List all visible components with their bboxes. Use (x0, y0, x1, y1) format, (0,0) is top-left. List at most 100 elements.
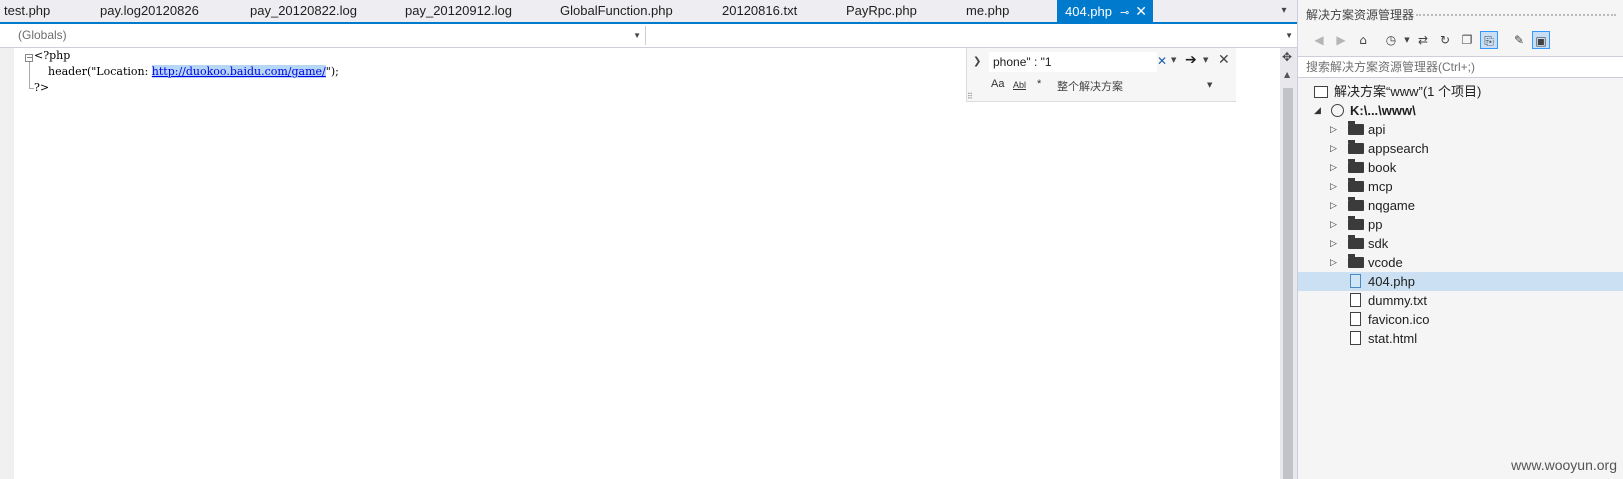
code-line-3: ?> (34, 81, 50, 94)
collapsed-triangle-icon[interactable]: ▷ (1330, 253, 1337, 272)
tab-pay-log20120826[interactable]: pay.log20120826 (100, 0, 199, 22)
folder-icon (1348, 254, 1364, 268)
file-label: favicon.ico (1368, 312, 1430, 327)
folder-label: book (1368, 160, 1397, 175)
tree-folder[interactable]: ▷ vcode (1298, 253, 1623, 272)
website-globe-icon (1331, 104, 1344, 117)
folder-icon (1348, 216, 1364, 230)
find-scope-dropdown[interactable]: 整个解决方案 (1057, 78, 1123, 94)
file-label: dummy.txt (1368, 293, 1427, 308)
selected-url[interactable]: http://duokoo.baidu.com/game/ (151, 65, 326, 78)
folder-label: vcode (1368, 255, 1403, 270)
folder-label: appsearch (1368, 141, 1429, 156)
code-line-2-prefix: header("Location: (34, 65, 152, 78)
scope-dropdown-label: (Globals) (18, 28, 67, 42)
folder-label: mcp (1368, 179, 1393, 194)
collapsed-triangle-icon[interactable]: ▷ (1330, 158, 1337, 177)
expanded-triangle-icon[interactable]: ◢ (1314, 101, 1321, 120)
chevron-down-icon[interactable]: ▼ (1207, 81, 1212, 89)
indicator-margin (0, 48, 14, 479)
collapsed-triangle-icon[interactable]: ▷ (1330, 177, 1337, 196)
tree-folder[interactable]: ▷ sdk (1298, 234, 1623, 253)
close-find-icon[interactable]: ✕ (1218, 52, 1230, 68)
project-label: K:\...\www\ (1350, 103, 1416, 118)
tree-folder[interactable]: ▷ book (1298, 158, 1623, 177)
tree-file-stat-html[interactable]: stat.html (1298, 329, 1623, 348)
tree-solution-node[interactable]: 解决方案“www”(1 个项目) (1298, 82, 1623, 101)
file-label: stat.html (1368, 331, 1418, 346)
tab-overflow-dropdown-icon[interactable]: ▾ (1277, 2, 1291, 20)
tree-folder[interactable]: ▷ api (1298, 120, 1623, 139)
folder-label: pp (1368, 217, 1383, 232)
chevron-down-icon: ▼ (1285, 31, 1293, 40)
tab-payrpc-php[interactable]: PayRpc.php (846, 0, 917, 22)
tab-me-php[interactable]: me.php (966, 0, 1009, 22)
panel-title: 解决方案资源管理器 (1306, 8, 1415, 22)
back-icon[interactable]: ◀ (1310, 31, 1328, 49)
find-history-dropdown-icon[interactable]: ▼ (1171, 56, 1176, 64)
watermark: www.wooyun.org (1511, 457, 1617, 473)
fold-guide (29, 62, 30, 88)
resize-grip-icon[interactable]: ⠿ (967, 92, 973, 101)
scrollbar-thumb[interactable] (1283, 88, 1293, 479)
split-window-icon[interactable]: ✥ (1282, 50, 1292, 64)
collapsed-triangle-icon[interactable]: ▷ (1330, 234, 1337, 253)
title-grip[interactable] (1416, 14, 1616, 16)
tree-folder[interactable]: ▷ pp (1298, 215, 1623, 234)
collapsed-triangle-icon[interactable]: ▷ (1330, 120, 1337, 139)
match-case-toggle[interactable]: Aa (991, 78, 1004, 90)
solution-icon (1314, 86, 1328, 98)
code-editor[interactable]: <?php header("Location: http://duokoo.ba… (14, 48, 1280, 479)
member-dropdown[interactable]: ▼ (646, 26, 1297, 45)
collapse-icon[interactable]: − (25, 54, 33, 62)
scope-dropdown[interactable]: (Globals) ▼ (0, 26, 646, 45)
collapsed-triangle-icon[interactable]: ▷ (1330, 139, 1337, 158)
folder-label: nqgame (1368, 198, 1415, 213)
preview-selected-items-icon[interactable]: ▣ (1532, 31, 1550, 49)
collapsed-triangle-icon[interactable]: ▷ (1330, 196, 1337, 215)
clear-search-icon[interactable]: ✕ (1157, 54, 1167, 68)
find-next-arrow-icon[interactable]: ➔ (1185, 52, 1197, 68)
tab-globalfunction-php[interactable]: GlobalFunction.php (560, 0, 673, 22)
refresh-icon[interactable]: ↻ (1436, 31, 1454, 49)
home-icon[interactable]: ⌂ (1354, 31, 1372, 49)
solution-explorer-panel: 解决方案资源管理器 ◀ ▶ ⌂ ◷ ▼ ⇄ ↻ ❐ ⎘ ✎ ▣ 搜索解决方案资源… (1297, 0, 1623, 479)
tab-pay-20120912-log[interactable]: pay_20120912.log (405, 0, 512, 22)
toggle-replace-chevron-icon[interactable]: ❯ (973, 56, 981, 67)
text-file-icon (1350, 293, 1361, 307)
tree-folder[interactable]: ▷ nqgame (1298, 196, 1623, 215)
scroll-up-icon[interactable]: ▲ (1284, 70, 1290, 79)
vertical-scrollbar[interactable]: ✥ ▲ (1280, 48, 1297, 479)
collapse-all-icon[interactable]: ❐ (1458, 31, 1476, 49)
find-next-dropdown-icon[interactable]: ▼ (1203, 56, 1208, 64)
tree-folder[interactable]: ▷ mcp (1298, 177, 1623, 196)
forward-icon[interactable]: ▶ (1332, 31, 1350, 49)
solution-label: 解决方案“www”(1 个项目) (1334, 84, 1482, 99)
show-all-files-icon[interactable]: ⎘ (1480, 31, 1498, 49)
tree-file-favicon-ico[interactable]: favicon.ico (1298, 310, 1623, 329)
editor-area: test.php pay.log20120826 pay_20120822.lo… (0, 0, 1297, 479)
tab-404-php[interactable]: 404.php ⊸ ✕ (1057, 0, 1153, 22)
properties-wrench-icon[interactable]: ✎ (1510, 31, 1528, 49)
regex-toggle[interactable]: * (1037, 78, 1041, 90)
tab-pay-20120822-log[interactable]: pay_20120822.log (250, 0, 357, 22)
folder-label: api (1368, 122, 1386, 137)
solution-search-input[interactable]: 搜索解决方案资源管理器(Ctrl+;) (1298, 56, 1623, 78)
folder-icon (1348, 159, 1364, 173)
tree-file-dummy-txt[interactable]: dummy.txt (1298, 291, 1623, 310)
pin-icon[interactable]: ⊸ (1120, 2, 1129, 24)
tree-folder[interactable]: ▷ appsearch (1298, 139, 1623, 158)
close-icon[interactable]: ✕ (1135, 0, 1147, 22)
tree-file-404-php[interactable]: 404.php (1298, 272, 1623, 291)
match-whole-word-toggle[interactable]: Abl (1013, 80, 1026, 90)
tree-project-node[interactable]: ◢ K:\...\www\ (1298, 101, 1623, 120)
sync-icon[interactable]: ⇄ (1414, 31, 1432, 49)
collapsed-triangle-icon[interactable]: ▷ (1330, 215, 1337, 234)
solution-explorer-toolbar: ◀ ▶ ⌂ ◷ ▼ ⇄ ↻ ❐ ⎘ ✎ ▣ (1298, 28, 1623, 54)
find-input[interactable] (989, 52, 1157, 72)
code-line-2-suffix: "); (325, 65, 339, 78)
image-file-icon (1350, 312, 1361, 326)
tab-20120816-txt[interactable]: 20120816.txt (722, 0, 797, 22)
tab-test-php[interactable]: test.php (4, 0, 50, 22)
folder-icon (1348, 121, 1364, 135)
